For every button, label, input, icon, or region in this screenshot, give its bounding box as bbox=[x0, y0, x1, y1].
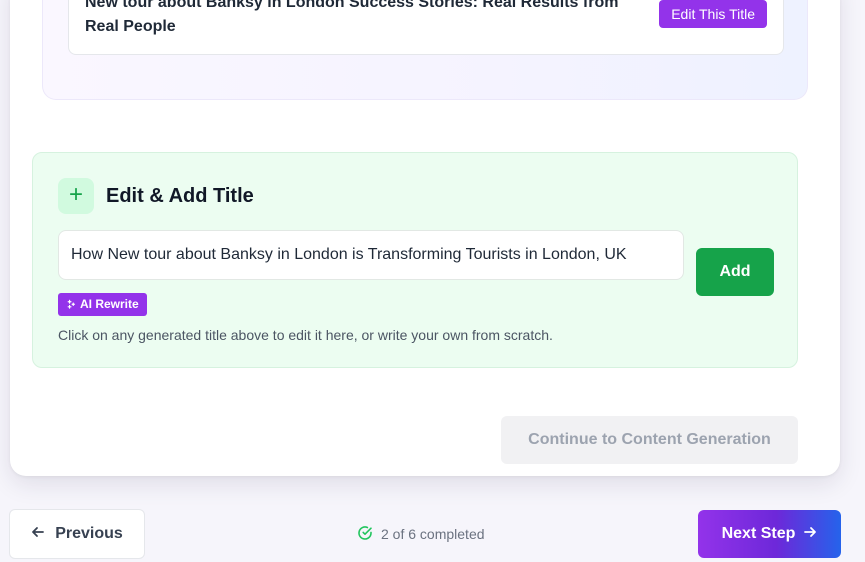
previous-button[interactable]: Previous bbox=[9, 509, 145, 559]
helper-text: Click on any generated title above to ed… bbox=[58, 327, 553, 343]
previous-label: Previous bbox=[55, 525, 123, 542]
progress-text: 2 of 6 completed bbox=[381, 526, 485, 542]
title-input[interactable] bbox=[58, 230, 684, 280]
section-heading: Edit & Add Title bbox=[106, 185, 254, 207]
ai-rewrite-label: AI Rewrite bbox=[80, 297, 139, 311]
add-button[interactable]: Add bbox=[696, 248, 774, 296]
progress-indicator: 2 of 6 completed bbox=[357, 525, 485, 543]
check-circle-icon bbox=[357, 525, 373, 544]
arrow-left-icon bbox=[31, 525, 45, 544]
sparkles-icon bbox=[65, 299, 76, 310]
generated-title-text: New tour about Banksy in London Success … bbox=[85, 0, 619, 35]
edit-add-title-section: + Edit & Add Title AI Rewrite Click on a… bbox=[32, 152, 798, 368]
next-step-button[interactable]: Next Step bbox=[698, 510, 841, 558]
plus-icon: + bbox=[58, 178, 94, 214]
arrow-right-icon bbox=[803, 525, 817, 544]
edit-this-title-button[interactable]: Edit This Title bbox=[659, 0, 767, 28]
continue-to-content-generation-button[interactable]: Continue to Content Generation bbox=[501, 416, 798, 464]
generated-titles-section: New tour about Banksy in London Success … bbox=[42, 0, 808, 100]
generated-title-item[interactable]: New tour about Banksy in London Success … bbox=[68, 0, 784, 55]
ai-rewrite-button[interactable]: AI Rewrite bbox=[58, 293, 147, 316]
next-step-label: Next Step bbox=[721, 525, 796, 542]
